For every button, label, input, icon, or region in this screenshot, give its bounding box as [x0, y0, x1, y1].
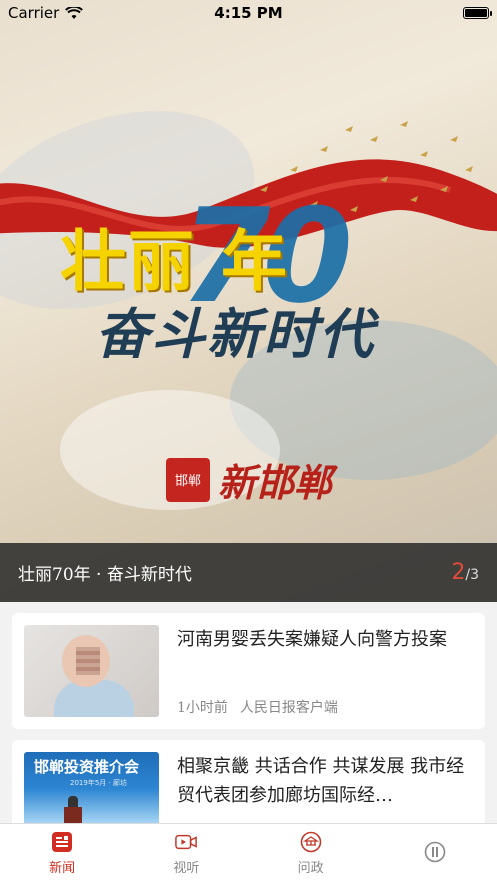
- logo-badge: 邯郸: [166, 457, 210, 502]
- logo-text: 新邯郸: [218, 460, 333, 505]
- status-left: Carrier: [8, 4, 84, 22]
- status-bar: Carrier 4:15 PM: [0, 0, 497, 26]
- more-icon: [424, 841, 446, 863]
- government-icon: [300, 831, 322, 853]
- news-card[interactable]: 河南男婴丢失案嫌疑人向警方投案 1小时前 人民日报客户端: [12, 613, 485, 729]
- news-text: 河南男婴丢失案嫌疑人向警方投案 1小时前 人民日报客户端: [177, 625, 473, 717]
- hero-banner[interactable]: 70 壮丽 年 奋斗新时代 邯郸 新邯郸 壮丽70年 · 奋斗新时代 2/3: [0, 0, 497, 602]
- tab-more[interactable]: [390, 841, 480, 867]
- tab-video[interactable]: 视听: [141, 831, 231, 876]
- news-meta: 1小时前 人民日报客户端: [177, 697, 473, 717]
- news-title: 河南男婴丢失案嫌疑人向警方投案: [177, 629, 447, 650]
- news-title: 相聚京畿 共话合作 共谋发展 我市经贸代表团参加廊坊国际经…: [177, 756, 465, 806]
- brand-logo: 邯郸 新邯郸: [166, 452, 332, 507]
- bottom-tab-bar: 新闻 视听 问政: [0, 823, 497, 883]
- thumbnail-title: 邯郸投资推介会: [34, 758, 140, 776]
- total-pages: /3: [465, 567, 479, 583]
- news-thumbnail: [24, 625, 159, 717]
- news-icon: [51, 831, 73, 853]
- thumbnail-subtitle: 2019年5月 · 廊坊: [70, 779, 127, 787]
- battery-fill: [465, 9, 487, 17]
- tab-government[interactable]: 问政: [266, 831, 356, 876]
- news-time: 1小时前: [177, 700, 228, 716]
- headline-sub: 奋斗新时代: [95, 302, 375, 366]
- video-icon: [175, 831, 198, 853]
- tab-label: 问政: [297, 861, 324, 876]
- current-page: 2: [451, 560, 466, 585]
- banner-caption: 壮丽70年 · 奋斗新时代: [18, 565, 192, 585]
- news-source: 人民日报客户端: [239, 700, 338, 716]
- wifi-icon: [65, 6, 84, 19]
- mosaic-blur: [76, 647, 100, 675]
- tab-label: 视听: [173, 861, 200, 876]
- baby-body: [54, 680, 134, 717]
- tab-news[interactable]: 新闻: [17, 831, 107, 876]
- banner-caption-bar: 壮丽70年 · 奋斗新时代 2/3: [0, 543, 497, 602]
- tab-label: 新闻: [49, 861, 76, 876]
- carrier-label: Carrier: [8, 4, 60, 22]
- battery-icon: [463, 7, 492, 19]
- banner-page-indicator: 2/3: [451, 560, 479, 585]
